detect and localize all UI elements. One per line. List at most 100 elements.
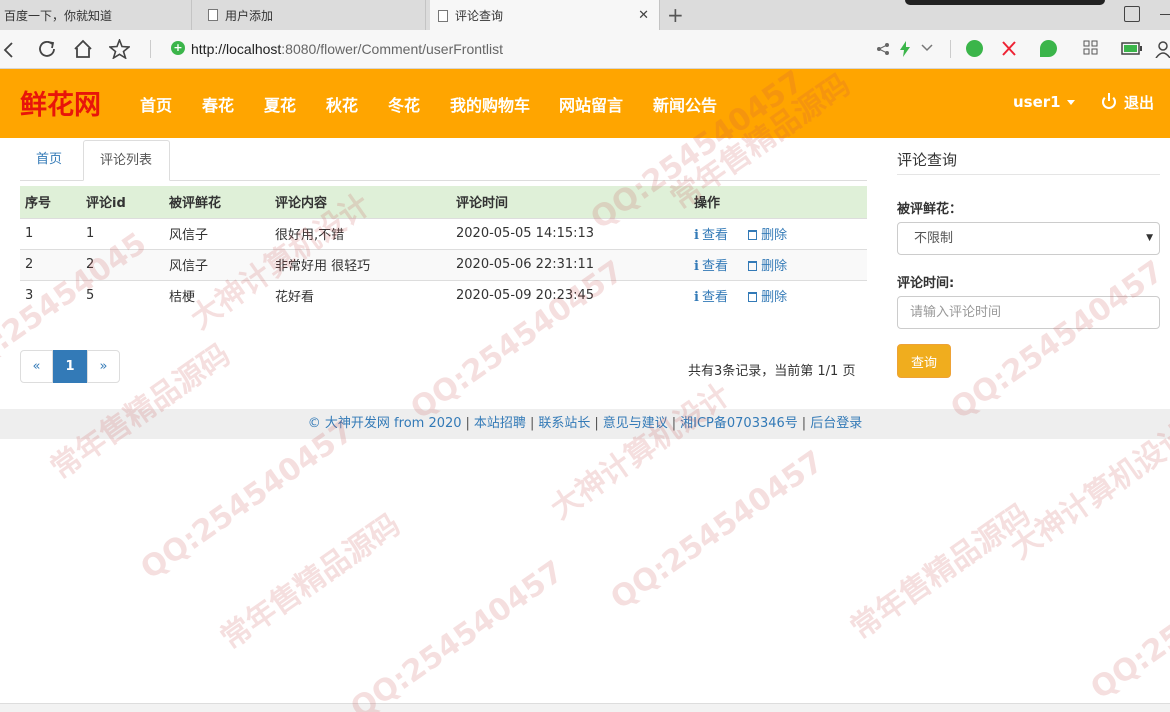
- minimize-icon[interactable]: [1160, 14, 1170, 15]
- column-header: 评论时间: [451, 186, 689, 218]
- site-logo[interactable]: 鲜花网: [20, 83, 101, 122]
- new-tab-button[interactable]: +: [667, 3, 684, 27]
- comment-time-input[interactable]: [897, 296, 1160, 329]
- search-button[interactable]: 查询: [897, 344, 951, 378]
- secure-shield-icon[interactable]: +: [171, 41, 185, 55]
- watermark-text: QQ:254540457: [135, 414, 361, 587]
- chevron-down-icon[interactable]: [921, 44, 933, 52]
- cell-time: 2020-05-05 14:15:13: [451, 217, 689, 249]
- cell-flower: 风信子: [164, 217, 270, 249]
- window-decoration: [905, 0, 1105, 5]
- cell-time: 2020-05-09 20:23:45: [451, 279, 689, 311]
- column-header: 评论id: [81, 186, 164, 218]
- nav-home[interactable]: 首页: [140, 92, 172, 116]
- cell-time: 2020-05-06 22:31:11: [451, 248, 689, 280]
- delete-label: 删除: [761, 228, 788, 243]
- page-icon: [438, 9, 448, 22]
- url-field[interactable]: http://localhost:8080/flower/Comment/use…: [191, 41, 503, 57]
- browser-tab[interactable]: 用户添加: [200, 0, 426, 30]
- url-path: :8080/flower/Comment/userFrontlist: [281, 41, 504, 57]
- site-footer: © 大神开发网 from 2020 | 本站招聘 | 联系站长 | 意见与建议 | 湘ICP备0…: [0, 409, 1170, 439]
- prev-page-button[interactable]: «: [20, 350, 53, 383]
- nav-autumn[interactable]: 秋花: [326, 92, 358, 116]
- star-icon[interactable]: [109, 39, 130, 59]
- cell-no: 1: [20, 217, 81, 249]
- footer-link[interactable]: 本站招聘: [474, 416, 526, 431]
- battery-icon[interactable]: [1121, 42, 1143, 55]
- footer-copyright[interactable]: © 大神开发网 from 2020: [308, 416, 462, 431]
- watermark-text: 大神计算机设计: [545, 377, 737, 526]
- nav-spring[interactable]: 春花: [202, 92, 234, 116]
- column-header: 序号: [20, 186, 81, 218]
- cell-actions: i 查看 删除: [689, 217, 867, 249]
- comment-table: 序号 评论id 被评鲜花 评论内容 评论时间 操作 1 1 风信子 很好用,不错…: [20, 186, 867, 311]
- cell-content: 很好用,不错: [270, 217, 451, 249]
- record-summary: 共有3条记录，当前第 1/1 页: [688, 364, 856, 379]
- watermark-text: 常年售精品源码: [215, 507, 407, 656]
- nav-summer[interactable]: 夏花: [264, 92, 296, 116]
- tab-home[interactable]: 首页: [20, 140, 78, 181]
- nav-winter[interactable]: 冬花: [388, 92, 420, 116]
- flower-filter-label: 被评鲜花：: [897, 202, 963, 217]
- table-row: 2 2 风信子 非常好用 很轻巧 2020-05-06 22:31:11 i 查看…: [20, 248, 867, 280]
- skin-icon[interactable]: [1124, 6, 1140, 22]
- watermark-text: 常年售精品源码: [845, 497, 1037, 646]
- cell-actions: i 查看 删除: [689, 248, 867, 280]
- username: user1: [1013, 93, 1061, 111]
- user-account-icon[interactable]: [1155, 40, 1170, 58]
- browser-tab[interactable]: 百度一下，你就知道: [0, 0, 192, 30]
- delete-link[interactable]: 删除: [748, 228, 787, 243]
- nav-cart[interactable]: 我的购物车: [450, 92, 530, 116]
- nav-news[interactable]: 新闻公告: [653, 92, 717, 116]
- footer-link[interactable]: 意见与建议: [603, 416, 668, 431]
- next-page-button[interactable]: »: [87, 350, 120, 383]
- view-link[interactable]: i 查看: [694, 228, 728, 243]
- view-label: 查看: [701, 228, 728, 243]
- delete-link[interactable]: 删除: [748, 290, 787, 305]
- wechat-extension-icon[interactable]: [966, 40, 983, 57]
- tab-title: 评论查询: [455, 9, 504, 23]
- footer-link[interactable]: 后台登录: [810, 416, 862, 431]
- back-icon[interactable]: [2, 42, 14, 58]
- share-icon[interactable]: [876, 42, 890, 56]
- apps-grid-icon[interactable]: [1083, 40, 1099, 56]
- scissors-extension-icon[interactable]: [1001, 40, 1017, 57]
- view-link[interactable]: i 查看: [694, 290, 728, 305]
- home-icon[interactable]: [73, 39, 93, 59]
- watermark-text: QQ:254540457: [605, 444, 831, 617]
- current-page-button[interactable]: 1: [53, 350, 87, 383]
- view-label: 查看: [701, 259, 728, 274]
- cell-content: 花好看: [270, 279, 451, 311]
- pagination: « 1 »: [20, 350, 120, 383]
- coupon-extension-icon[interactable]: [1040, 40, 1057, 57]
- nav-guestbook[interactable]: 网站留言: [559, 92, 623, 116]
- cell-id: 1: [81, 217, 164, 249]
- cell-flower: 桔梗: [164, 279, 270, 311]
- user-menu[interactable]: user1: [1013, 93, 1075, 111]
- logout-button[interactable]: 退出: [1102, 92, 1154, 113]
- trash-icon: [748, 230, 758, 240]
- watermark-text: 大神计算机设计: [1005, 417, 1170, 566]
- reload-icon[interactable]: [37, 39, 57, 59]
- tab-comment-list[interactable]: 评论列表: [83, 140, 170, 181]
- close-tab-icon[interactable]: ✕: [638, 8, 649, 23]
- address-bar: + http://localhost:8080/flower/Comment/u…: [0, 30, 1170, 69]
- footer-link[interactable]: 湘ICP备0703346号: [680, 416, 798, 431]
- url-host: http://localhost: [191, 41, 282, 57]
- divider: [950, 40, 951, 58]
- cell-no: 2: [20, 248, 81, 280]
- bolt-icon[interactable]: [899, 41, 911, 57]
- delete-link[interactable]: 删除: [748, 259, 787, 274]
- time-filter-label: 评论时间:: [897, 276, 955, 291]
- footer-link[interactable]: 联系站长: [538, 416, 590, 431]
- site-navbar: 鲜花网 首页 春花 夏花 秋花 冬花 我的购物车 网站留言 新闻公告 user1…: [0, 69, 1170, 138]
- page-icon: [208, 9, 218, 21]
- delete-label: 删除: [761, 259, 788, 274]
- flower-select[interactable]: 不限制 ▼: [897, 222, 1160, 255]
- browser-tab-active[interactable]: 评论查询 ✕: [430, 0, 660, 31]
- browser-tab-bar: 百度一下，你就知道 用户添加 评论查询 ✕ +: [0, 0, 1170, 31]
- trash-icon: [748, 261, 758, 271]
- view-link[interactable]: i 查看: [694, 259, 728, 274]
- tab-title: 用户添加: [225, 8, 274, 23]
- info-icon: i: [694, 259, 699, 274]
